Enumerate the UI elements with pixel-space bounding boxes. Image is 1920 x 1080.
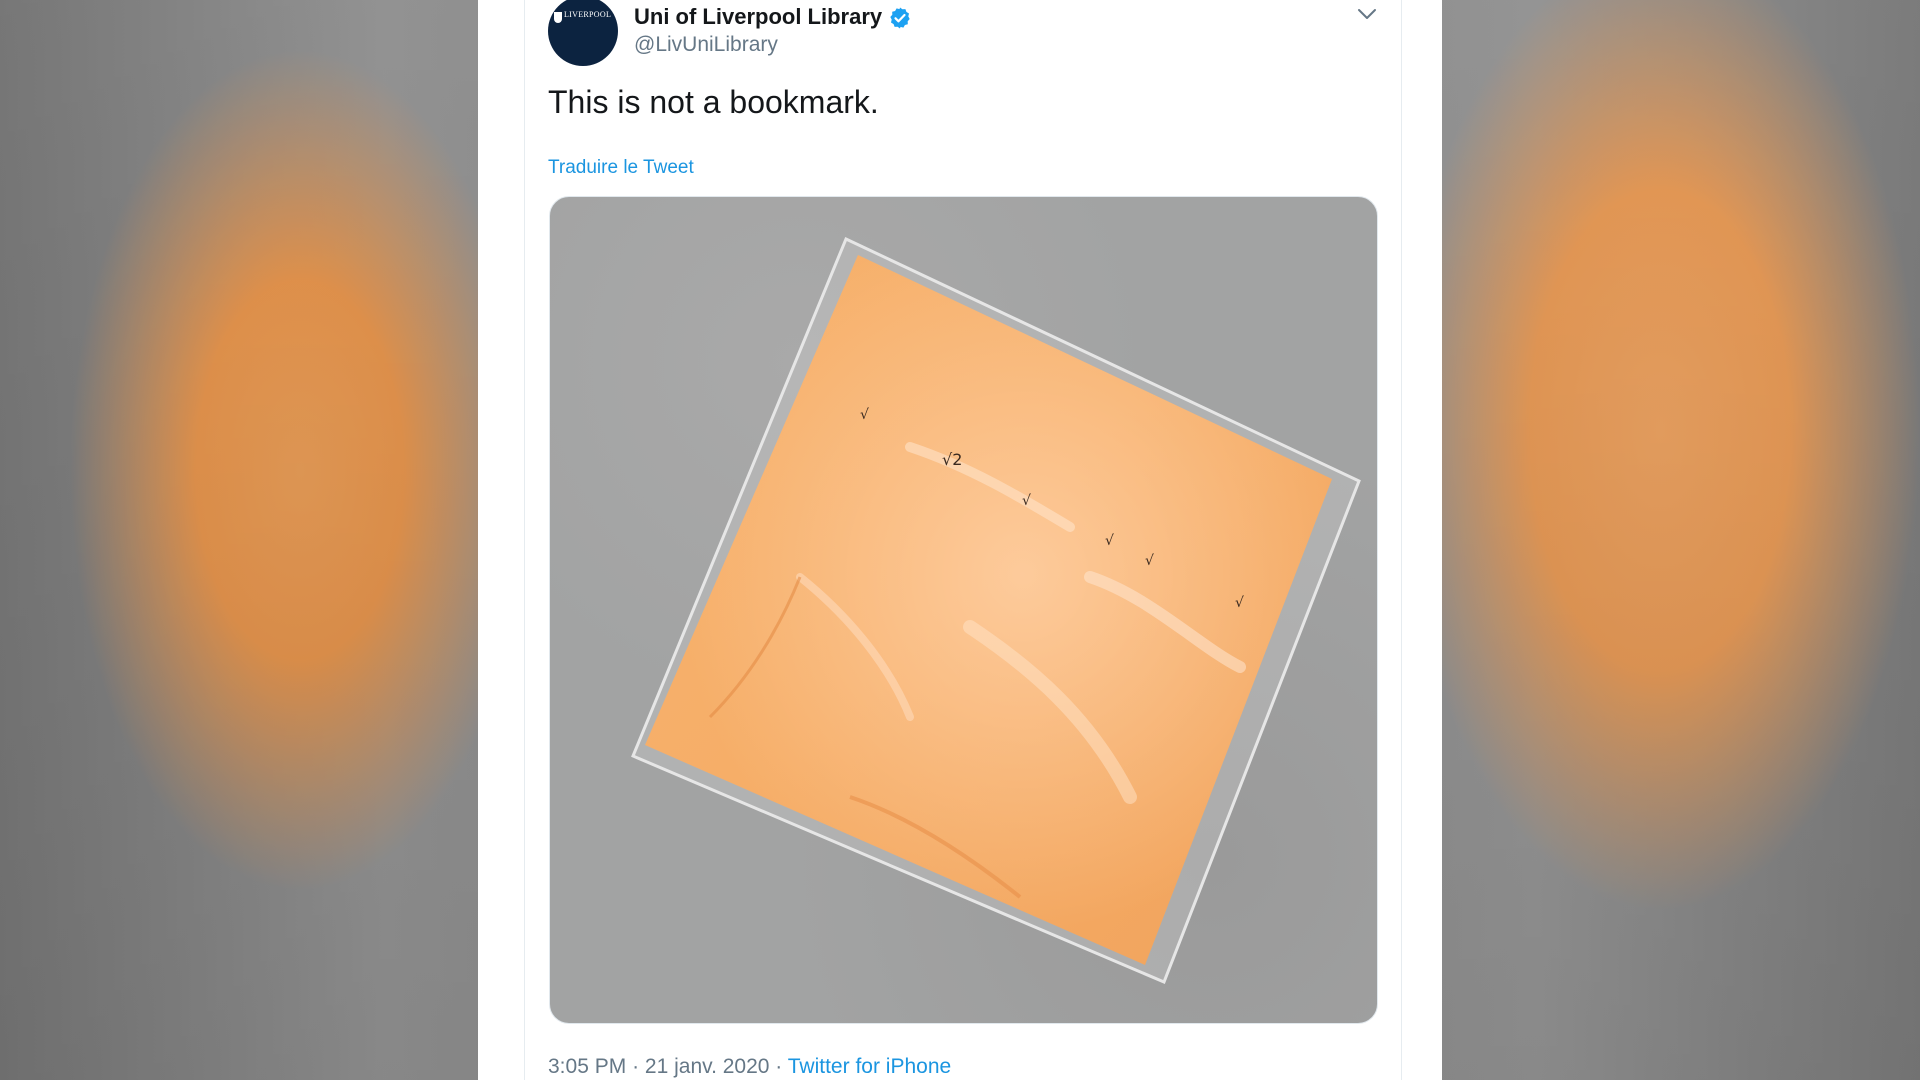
meta-separator: · — [632, 1055, 640, 1078]
svg-text:√: √ — [1022, 493, 1031, 509]
avatar-logo-text: LIVERPOOL — [564, 10, 612, 19]
svg-text:√: √ — [1145, 553, 1154, 569]
verified-badge-icon — [890, 7, 910, 29]
display-name[interactable]: Uni of Liverpool Library — [634, 4, 882, 30]
svg-text:√2: √2 — [942, 450, 962, 469]
svg-text:√: √ — [1105, 533, 1114, 549]
svg-text:√: √ — [1235, 595, 1244, 611]
meta-separator: · — [775, 1055, 783, 1078]
crest-icon — [554, 12, 562, 23]
chevron-down-icon[interactable] — [1356, 7, 1378, 21]
svg-text:√: √ — [860, 407, 869, 423]
tweet-photo[interactable]: √ √2 √ √ √ √ — [549, 196, 1378, 1024]
tweet-text: This is not a bookmark. — [548, 84, 879, 120]
tweet-source-link[interactable]: Twitter for iPhone — [788, 1055, 951, 1078]
tweet-meta: 3:05 PM · 21 janv. 2020 · Twitter for iP… — [548, 1055, 951, 1079]
tweet-date[interactable]: 21 janv. 2020 — [645, 1055, 770, 1078]
tweet-time[interactable]: 3:05 PM — [548, 1055, 626, 1078]
cheese-slice-photo: √ √2 √ √ √ √ — [631, 236, 1361, 984]
user-handle[interactable]: @LivUniLibrary — [634, 33, 778, 57]
translate-tweet-link[interactable]: Traduire le Tweet — [548, 157, 694, 179]
